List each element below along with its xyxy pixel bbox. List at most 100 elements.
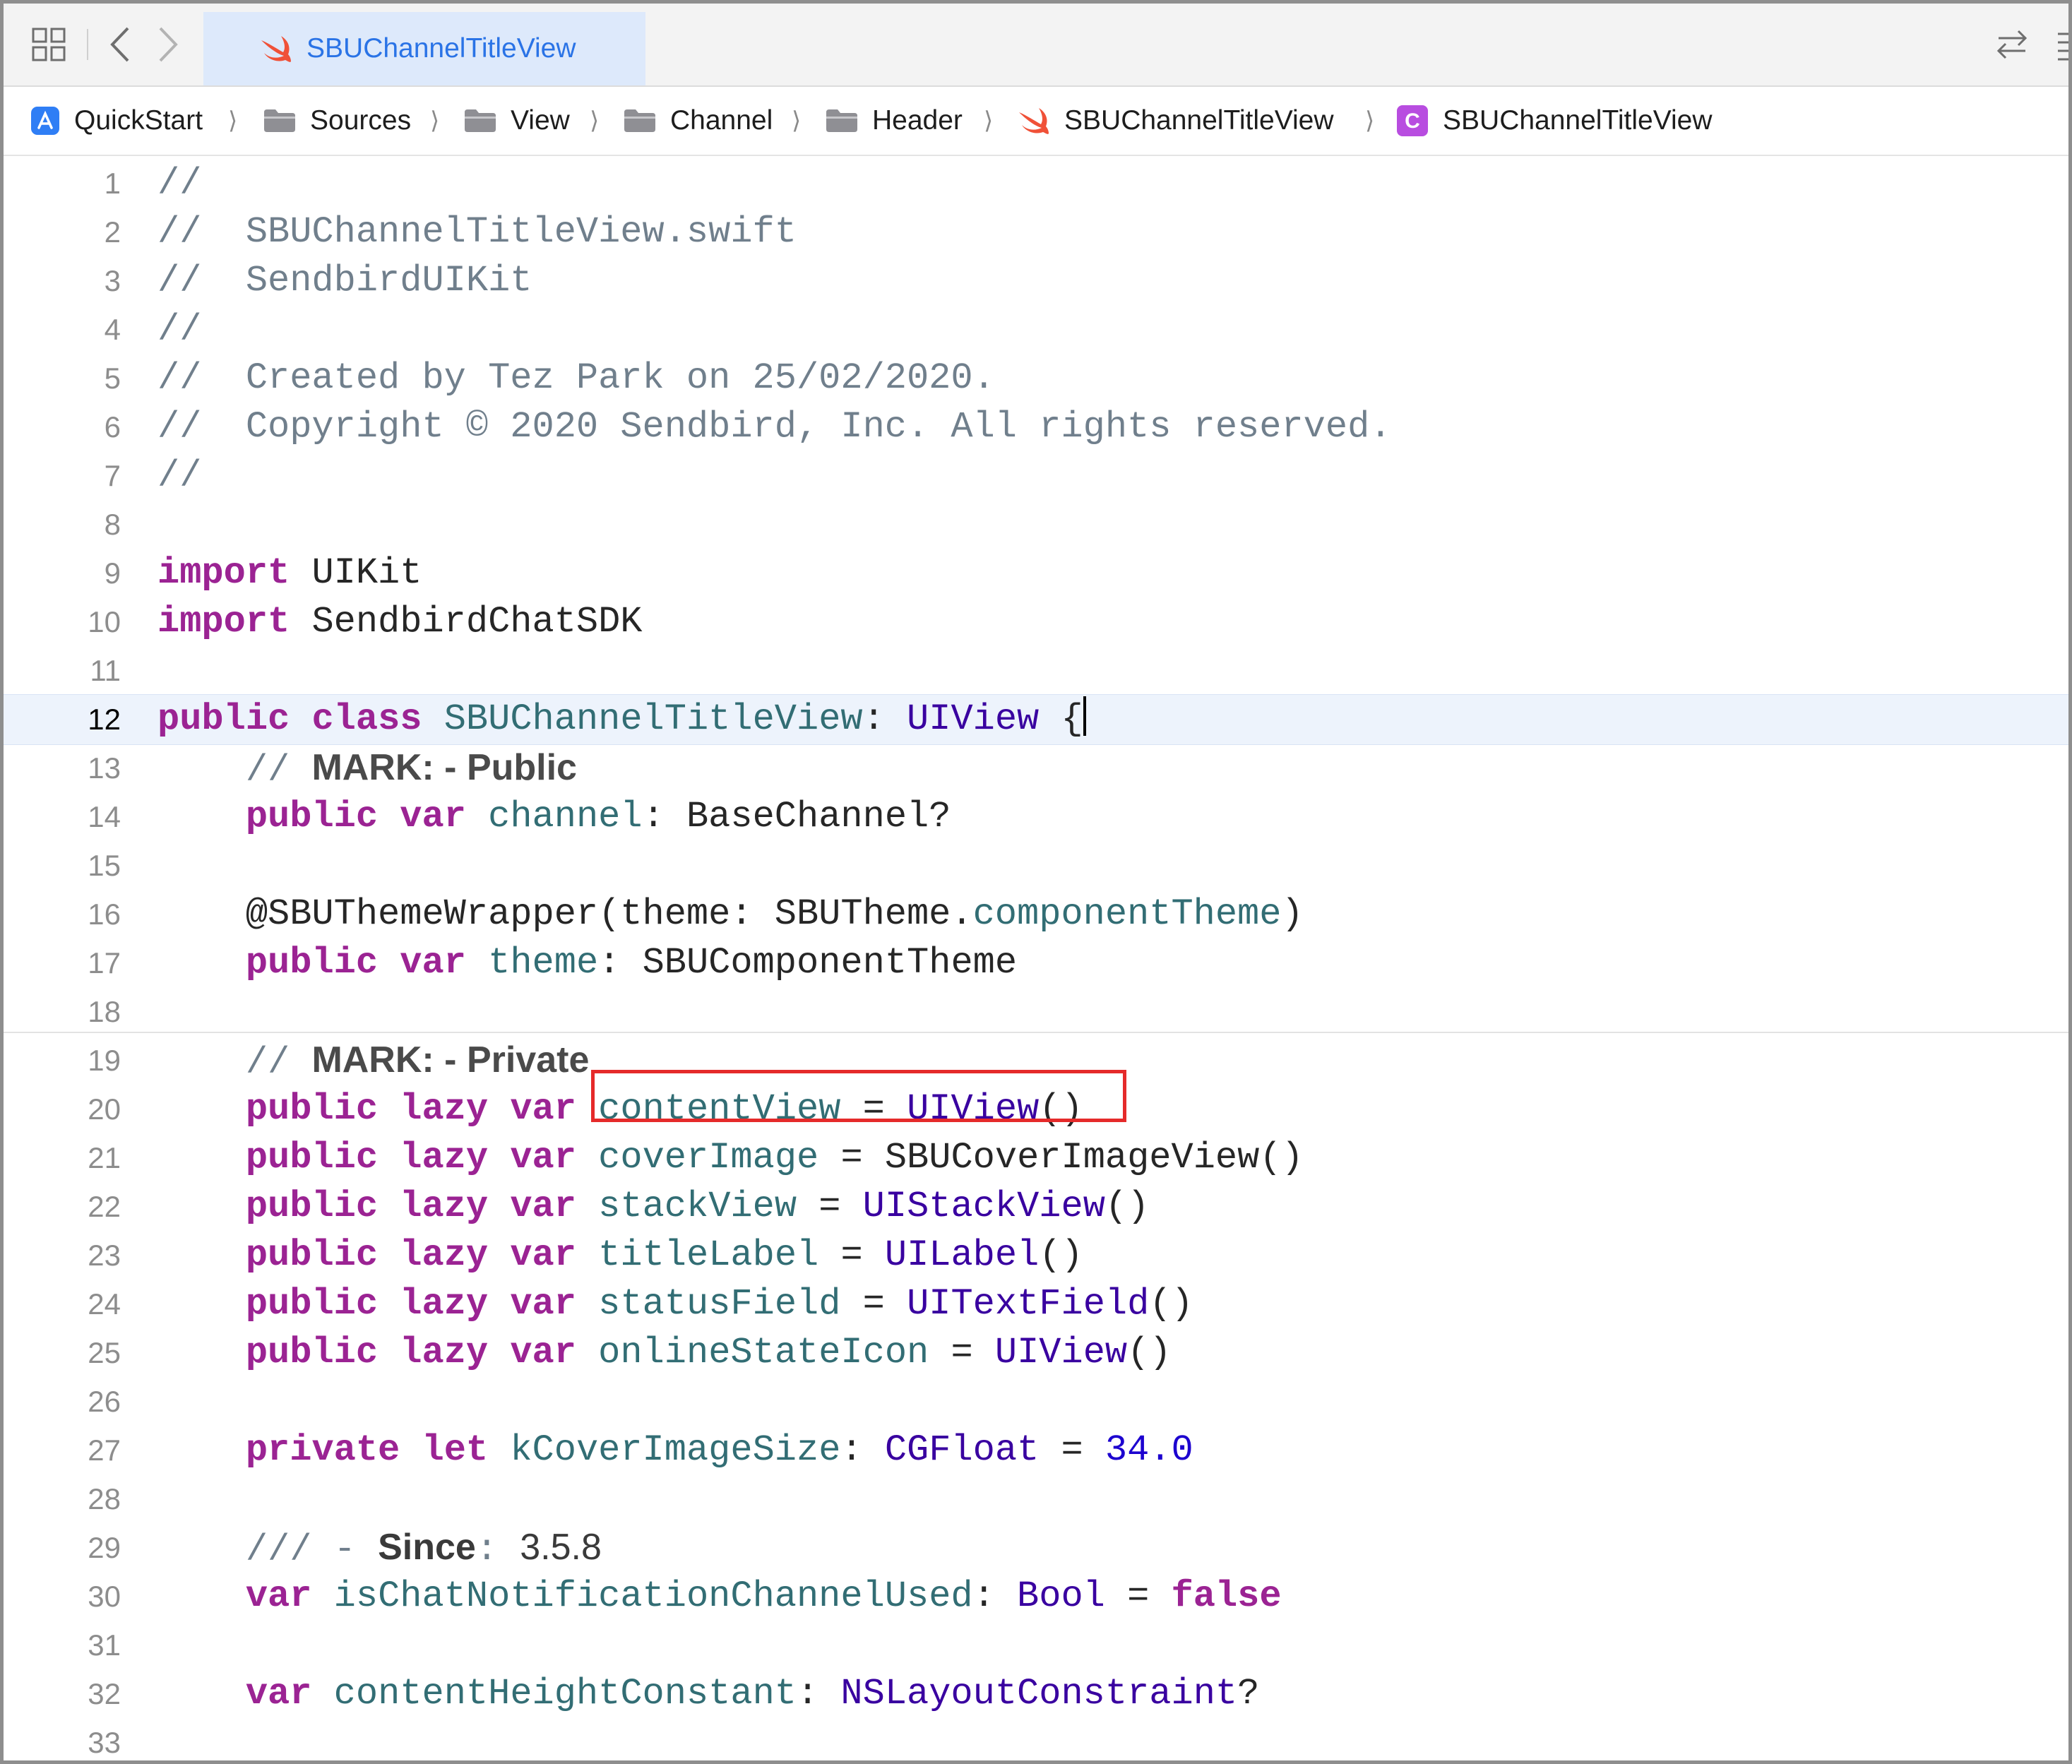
breadcrumb-label: Channel <box>670 105 773 136</box>
code-token: MARK: - Public <box>311 747 577 788</box>
breadcrumb-item-file[interactable]: SBUChannelTitleView <box>1018 87 1334 155</box>
line-number[interactable]: 17 <box>4 938 121 987</box>
code-token: statusField <box>598 1283 841 1325</box>
breadcrumb-item-view[interactable]: View <box>464 87 570 155</box>
code-line[interactable]: // <box>157 451 201 500</box>
line-number[interactable]: 10 <box>4 597 121 646</box>
code-line[interactable]: var isChatNotificationChannelUsed: Bool … <box>157 1572 1282 1621</box>
code-token: import <box>157 552 290 594</box>
code-line[interactable]: public lazy var onlineStateIcon = UIView… <box>157 1328 1172 1377</box>
chevron-left-icon[interactable] <box>102 25 138 64</box>
line-number[interactable]: 33 <box>4 1718 121 1760</box>
code-line[interactable]: import SendbirdChatSDK <box>157 597 643 646</box>
grid-icon[interactable] <box>29 25 69 64</box>
line-number[interactable]: 11 <box>4 646 121 695</box>
code-line[interactable]: // MARK: - Private <box>157 1036 590 1087</box>
code-line[interactable]: public var channel: BaseChannel? <box>157 792 951 841</box>
line-number[interactable]: 8 <box>4 500 121 549</box>
code-token: : <box>972 1575 1018 1617</box>
line-number[interactable]: 9 <box>4 549 121 597</box>
line-number[interactable]: 31 <box>4 1621 121 1669</box>
line-number[interactable]: 16 <box>4 890 121 938</box>
line-number[interactable]: 23 <box>4 1231 121 1280</box>
code-token: ? <box>1237 1673 1260 1715</box>
line-number[interactable]: 27 <box>4 1426 121 1474</box>
code-line[interactable]: public lazy var stackView = UIStackView(… <box>157 1182 1150 1231</box>
code-line[interactable]: public class SBUChannelTitleView: UIView… <box>157 695 1086 744</box>
line-number[interactable]: 15 <box>4 841 121 890</box>
code-line[interactable]: // MARK: - Public <box>157 744 577 794</box>
code-line[interactable]: // Created by Tez Park on 25/02/2020. <box>157 354 995 403</box>
line-number[interactable]: 18 <box>4 987 121 1036</box>
line-number[interactable]: 29 <box>4 1523 121 1572</box>
line-number[interactable]: 21 <box>4 1133 121 1182</box>
breadcrumb-item-sources[interactable]: Sources <box>263 87 411 155</box>
code-line[interactable]: /// - Since: 3.5.8 <box>157 1523 602 1574</box>
code-token: public <box>245 796 379 838</box>
line-number[interactable]: 25 <box>4 1328 121 1377</box>
code-line[interactable]: // Copyright © 2020 Sendbird, Inc. All r… <box>157 403 1391 451</box>
line-number[interactable]: 22 <box>4 1182 121 1231</box>
line-number[interactable]: 28 <box>4 1474 121 1523</box>
code-token: = <box>797 1186 863 1227</box>
code-line[interactable]: // <box>157 159 201 208</box>
code-line[interactable]: import UIKit <box>157 549 422 597</box>
line-number[interactable]: 24 <box>4 1280 121 1328</box>
line-number[interactable]: 5 <box>4 354 121 403</box>
code-token: false <box>1171 1575 1282 1617</box>
code-line[interactable]: public lazy var statusField = UITextFiel… <box>157 1280 1193 1328</box>
line-number[interactable]: 7 <box>4 451 121 500</box>
code-line[interactable]: public lazy var titleLabel = UILabel() <box>157 1231 1083 1280</box>
code-line[interactable]: public var theme: SBUComponentTheme <box>157 938 1017 987</box>
chevron-right-icon[interactable] <box>150 25 186 64</box>
breadcrumb-item-header[interactable]: Header <box>826 87 963 155</box>
code-line[interactable]: private let kCoverImageSize: CGFloat = 3… <box>157 1426 1193 1474</box>
line-number[interactable]: 14 <box>4 792 121 841</box>
code-token: // SBUChannelTitleView.swift <box>157 211 797 253</box>
line-number[interactable]: 12 <box>4 695 121 744</box>
code-line[interactable]: public lazy var coverImage = SBUCoverIma… <box>157 1133 1304 1182</box>
line-number[interactable]: 1 <box>4 159 121 208</box>
code-line[interactable]: var contentHeightConstant: NSLayoutConst… <box>157 1669 1260 1718</box>
code-line[interactable]: @SBUThemeWrapper(theme: SBUTheme.compone… <box>157 890 1304 938</box>
breadcrumb-item-class[interactable]: C SBUChannelTitleView <box>1396 87 1713 155</box>
line-number[interactable]: 6 <box>4 403 121 451</box>
breadcrumb-item-channel[interactable]: Channel <box>624 87 773 155</box>
code-editor[interactable]: 1 2 3 4 5 6 7 8 9 10 11 12 13 14 15 16 17 18 19 20 21 22 23 24 2… <box>4 156 2068 1760</box>
line-number[interactable]: 2 <box>4 208 121 256</box>
code-token: public <box>245 1234 379 1276</box>
line-number[interactable]: 4 <box>4 305 121 354</box>
line-number[interactable]: 3 <box>4 256 121 305</box>
list-menu-icon[interactable] <box>2050 25 2068 64</box>
breadcrumb-item-project[interactable]: QuickStart <box>30 87 203 155</box>
svg-text:C: C <box>1405 109 1420 133</box>
swap-arrows-icon[interactable] <box>1991 25 2033 64</box>
code-token: var <box>510 1137 576 1179</box>
code-line[interactable]: // SendbirdUIKit <box>157 256 532 305</box>
line-number[interactable]: 20 <box>4 1085 121 1133</box>
app-project-icon <box>30 106 60 136</box>
code-token: UIKit <box>290 552 422 594</box>
code-line[interactable]: // SBUChannelTitleView.swift <box>157 208 797 256</box>
line-number[interactable]: 13 <box>4 744 121 792</box>
swift-file-icon <box>261 36 291 62</box>
code-token: UITextField <box>907 1283 1150 1325</box>
line-number[interactable]: 32 <box>4 1669 121 1718</box>
code-line[interactable]: // <box>157 305 201 354</box>
line-number[interactable]: 19 <box>4 1036 121 1085</box>
code-token: var <box>245 1673 312 1715</box>
line-number[interactable]: 30 <box>4 1572 121 1621</box>
line-number[interactable]: 26 <box>4 1377 121 1426</box>
code-token: () <box>1127 1332 1172 1373</box>
code-token: 3.5.8 <box>520 1527 602 1568</box>
tab-sbuchanneltitleview[interactable]: SBUChannelTitleView <box>203 12 645 85</box>
code-token: coverImage <box>598 1137 819 1179</box>
code-token: // <box>157 162 202 204</box>
